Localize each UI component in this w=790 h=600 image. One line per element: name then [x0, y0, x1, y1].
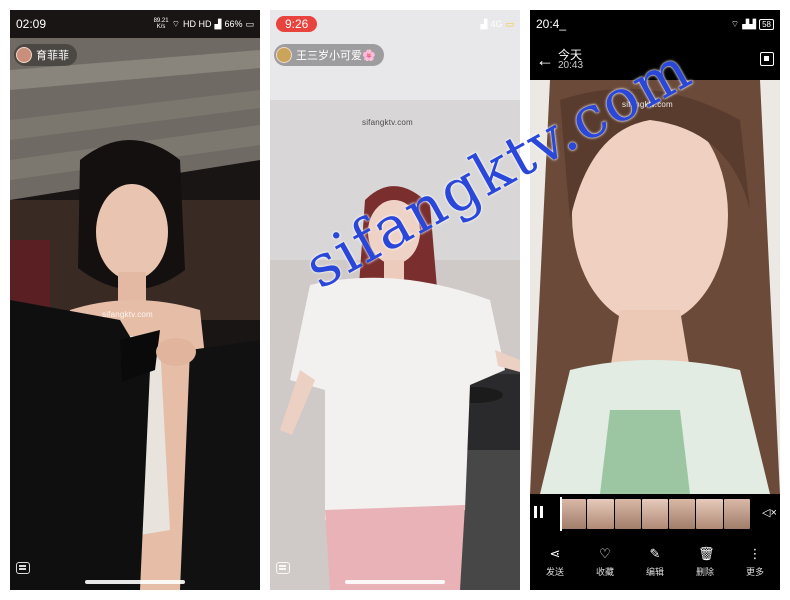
chat-icon[interactable]	[16, 562, 30, 574]
streamer-tag[interactable]: 育菲菲	[14, 44, 77, 66]
signal-icon: ▟▟	[742, 18, 757, 29]
pause-icon[interactable]	[532, 506, 544, 520]
fullscreen-icon[interactable]	[760, 52, 774, 66]
small-watermark: sifangktv.com	[102, 310, 153, 319]
clock: 02:09	[16, 17, 47, 31]
share-icon: ⋖	[549, 545, 561, 561]
live-stream-video-1	[10, 10, 260, 590]
signal-text: HD HD	[183, 19, 212, 29]
battery-icon: ▭	[505, 18, 514, 29]
thumbnail	[723, 499, 750, 529]
battery-level: 58	[759, 18, 774, 30]
status-icons: 89.21 K/s ⌔ HD HD ▟ 66% ▭	[154, 18, 254, 30]
phone-screen-2: 9:26 ▟ 4G ▭ 王三岁小可爱🌸 sifangktv.com	[270, 10, 520, 590]
status-icons: ▟ 4G ▭	[481, 19, 514, 30]
thumbnail	[560, 499, 587, 529]
wifi-icon: ⌔	[171, 18, 181, 29]
live-stream-video-2	[270, 10, 520, 590]
chat-icon[interactable]	[276, 562, 290, 574]
streamer-avatar	[276, 47, 292, 63]
streamer-name: 育菲菲	[36, 50, 69, 62]
thumbnail	[696, 499, 723, 529]
battery-icon: ▭	[245, 18, 254, 29]
thumbnail	[641, 499, 669, 529]
clock: 20:4_	[536, 17, 567, 31]
heart-icon: ♡	[599, 545, 611, 561]
trash-icon: 🗑	[697, 545, 715, 561]
wifi-icon: ⌔	[730, 18, 740, 29]
playhead[interactable]	[560, 497, 562, 531]
signal-icon: ▟	[480, 18, 488, 29]
more-label: 更多	[745, 566, 764, 577]
edit-label: 编辑	[645, 566, 664, 577]
viewer-subtitle: 20:43	[558, 60, 584, 71]
home-indicator[interactable]	[345, 580, 445, 584]
battery-level: 66%	[224, 19, 243, 29]
thumbnail	[587, 499, 614, 529]
home-indicator[interactable]	[85, 580, 185, 584]
thumbnail	[614, 499, 641, 529]
volume-icon[interactable]: ◁×	[762, 506, 777, 520]
status-bar: 20:4_ ⌔ ▟▟ 58	[530, 10, 780, 38]
status-icons: ⌔ ▟▟ 58	[730, 18, 774, 30]
edit-icon: ✎	[649, 545, 661, 561]
frame-thumbnails[interactable]	[560, 499, 750, 529]
favorite-label: 收藏	[595, 566, 614, 577]
favorite-button[interactable]: ♡ 收藏	[595, 545, 614, 578]
signal-icon: ▟	[214, 18, 222, 29]
small-watermark: sifangktv.com	[362, 118, 413, 127]
delete-button[interactable]: 🗑 删除	[695, 545, 715, 578]
streamer-avatar	[16, 47, 32, 63]
delete-label: 删除	[695, 566, 714, 577]
share-label: 发送	[545, 566, 564, 577]
phone-screen-1: 02:09 89.21 K/s ⌔ HD HD ▟ 66% ▭ 育菲菲 sifan…	[10, 10, 260, 590]
net-speed: 89.21 K/s	[153, 18, 169, 30]
status-bar: 02:09 89.21 K/s ⌔ HD HD ▟ 66% ▭	[10, 10, 260, 38]
more-button[interactable]: ⋮ 更多	[745, 545, 764, 578]
thumbnail	[669, 499, 696, 529]
back-arrow-icon[interactable]: ←	[536, 50, 556, 70]
viewer-toolbar: ⋖ 发送 ♡ 收藏 ✎ 编辑 🗑 删除 ⋮ 更多	[530, 534, 780, 590]
status-bar: 9:26 ▟ 4G ▭	[270, 10, 520, 38]
share-button[interactable]: ⋖ 发送	[545, 545, 564, 578]
edit-button[interactable]: ✎ 编辑	[645, 545, 664, 578]
streamer-tag[interactable]: 王三岁小可爱🌸	[274, 44, 384, 66]
more-icon: ⋮	[748, 545, 762, 561]
network-type: 4G	[490, 19, 503, 29]
streamer-name: 王三岁小可爱🌸	[296, 50, 376, 62]
video-scrubber[interactable]: ◁×	[530, 494, 780, 534]
clock-badge: 9:26	[276, 16, 318, 32]
